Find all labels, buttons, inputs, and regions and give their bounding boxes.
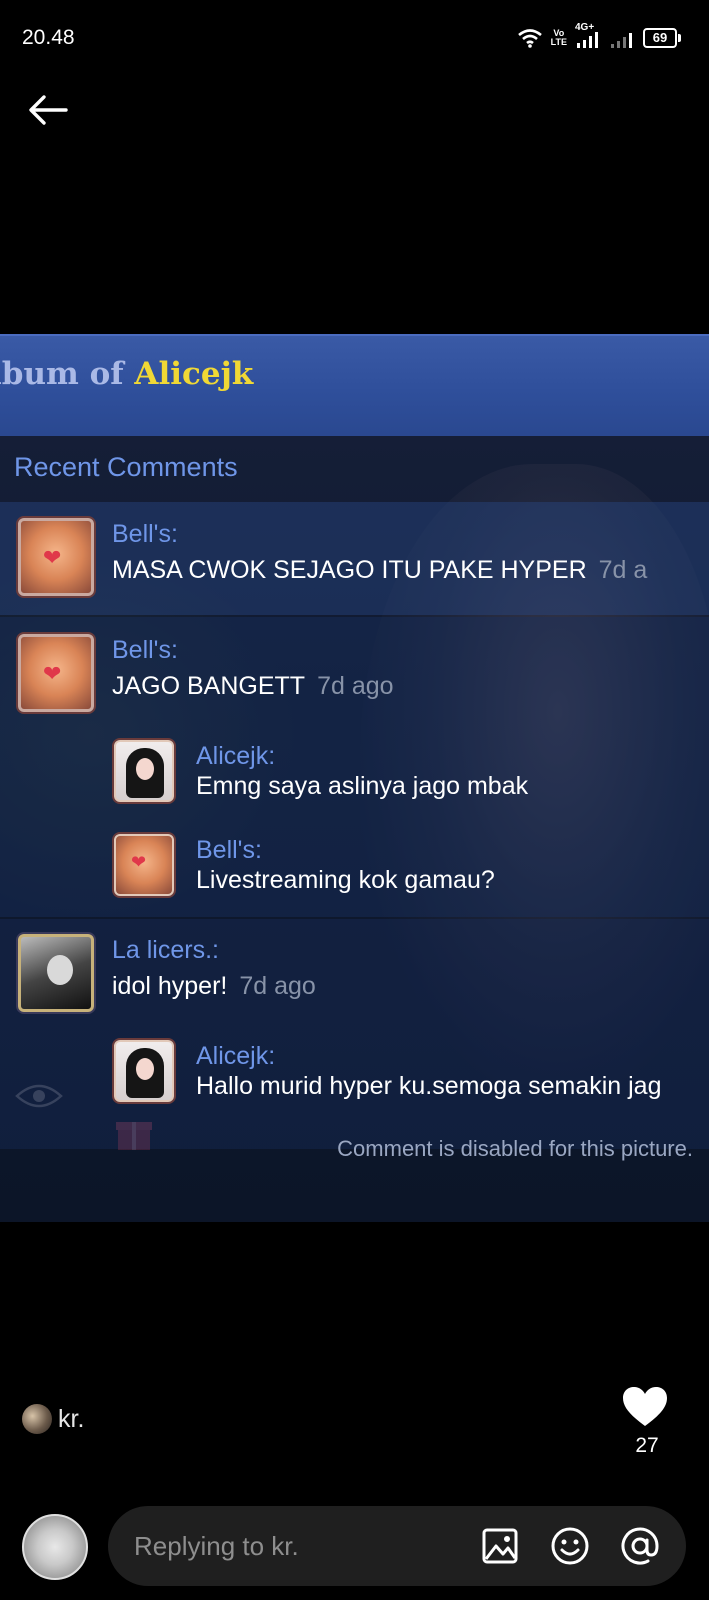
like-count: 27 — [635, 1434, 659, 1457]
album-title-prefix: lbum of — [0, 356, 135, 392]
battery-icon: 69 — [643, 28, 681, 48]
avatar — [114, 1040, 174, 1102]
comment-body: idol hyper! — [112, 972, 228, 1000]
reply-author: Bell's: — [196, 836, 262, 864]
like-button[interactable] — [622, 1386, 670, 1434]
heart-icon — [623, 1387, 667, 1426]
heart-icon: ❤ — [43, 661, 62, 686]
posted-image[interactable]: lbum of Alicejk Recent Comments ❤ Bell's… — [0, 334, 709, 1222]
comment-text: MASA CWOK SEJAGO ITU PAKE HYPER 7d a — [112, 556, 647, 585]
comment-disabled-note: Comment is disabled for this picture. — [337, 1136, 693, 1161]
battery-tip — [678, 34, 681, 42]
heart-icon: ❤ — [43, 545, 62, 570]
reply-input[interactable] — [134, 1506, 464, 1586]
avatar — [22, 1404, 52, 1434]
battery-level: 69 — [643, 28, 677, 48]
status-bar: 20.48 Vo LTE 4G+ 69 — [0, 0, 709, 78]
reply-author: Alicejk: — [196, 742, 276, 770]
volte-indicator: Vo LTE — [551, 29, 567, 47]
avatar: ❤ — [18, 634, 94, 712]
signal-icon-sim2 — [609, 27, 635, 49]
reply: Alicejk: Emng saya aslinya jago mbak — [0, 740, 709, 830]
status-icons: Vo LTE 4G+ 69 — [517, 23, 681, 50]
reply: ❤ Bell's: Livestreaming kok gamau? — [0, 834, 709, 924]
comment-author: La licers.: — [112, 936, 219, 964]
image-icon[interactable] — [480, 1526, 520, 1566]
reply-text: Hallo murid hyper ku.semoga semakin jag — [196, 1072, 662, 1100]
comment: La licers.: idol hyper! 7d ago — [0, 934, 709, 1024]
volte-line2: LTE — [550, 37, 567, 47]
status-time: 20.48 — [22, 26, 75, 49]
album-owner: Alicejk — [134, 356, 254, 392]
comment-body: MASA CWOK SEJAGO ITU PAKE HYPER — [112, 556, 587, 584]
network-type: 4G+ — [575, 22, 595, 33]
comment: ❤ Bell's: MASA CWOK SEJAGO ITU PAKE HYPE… — [0, 518, 709, 608]
signal-icon: 4G+ — [575, 23, 601, 49]
reply-text: Livestreaming kok gamau? — [196, 866, 495, 894]
post-author-name: kr. — [58, 1404, 85, 1433]
eye-icon — [14, 1082, 64, 1115]
comment-time: 7d a — [598, 556, 648, 584]
emoji-icon[interactable] — [550, 1526, 590, 1566]
avatar: ❤ — [18, 518, 94, 596]
at-icon[interactable] — [620, 1526, 660, 1566]
avatar-face — [136, 758, 154, 780]
wifi-icon — [517, 28, 543, 48]
reply-author: Alicejk: — [196, 1042, 276, 1070]
avatar — [114, 740, 174, 802]
comment-text: JAGO BANGETT 7d ago — [112, 672, 394, 701]
avatar-face — [47, 955, 73, 985]
comment-author: Bell's: — [112, 636, 178, 664]
recent-comments-heading: Recent Comments — [14, 452, 238, 482]
avatar — [18, 934, 94, 1012]
comment-text: idol hyper! 7d ago — [112, 972, 316, 1001]
comment-time: 7d ago — [239, 972, 316, 1000]
avatar: ❤ — [114, 834, 174, 896]
back-arrow-icon — [29, 95, 68, 125]
reply-text: Emng saya aslinya jago mbak — [196, 772, 529, 800]
comment-time: 7d ago — [317, 672, 394, 700]
heart-icon: ❤ — [131, 852, 147, 872]
album-title: lbum of Alicejk — [0, 356, 253, 392]
back-button[interactable] — [26, 88, 70, 132]
album-header: lbum of Alicejk — [0, 334, 709, 436]
reply: Alicejk: Hallo murid hyper ku.semoga sem… — [0, 1040, 709, 1130]
avatar-face — [136, 1058, 154, 1080]
comment-author: Bell's: — [112, 520, 178, 548]
comment-body: JAGO BANGETT — [112, 672, 306, 700]
post-author[interactable]: kr. — [22, 1404, 84, 1434]
gift-icon — [114, 1114, 154, 1159]
comment: ❤ Bell's: JAGO BANGETT 7d ago — [0, 634, 709, 724]
avatar — [22, 1514, 88, 1580]
reply-bar — [108, 1506, 686, 1586]
